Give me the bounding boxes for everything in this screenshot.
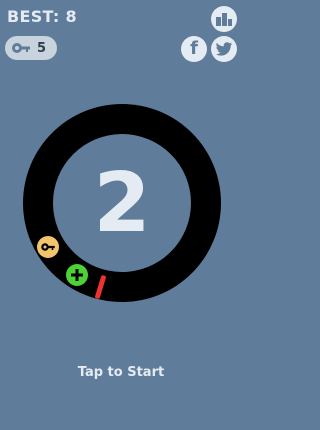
current-score: 2 bbox=[93, 155, 151, 251]
facebook-button[interactable]: f bbox=[181, 36, 207, 62]
twitter-button[interactable] bbox=[211, 36, 237, 62]
key-token-icon bbox=[41, 243, 55, 251]
best-score: BEST: 8 bbox=[7, 7, 77, 26]
tap-to-start[interactable]: Tap to Start bbox=[0, 365, 242, 380]
keys-count: 5 bbox=[37, 40, 47, 56]
keys-counter: 5 bbox=[5, 36, 57, 60]
plus-token bbox=[66, 264, 88, 286]
twitter-icon bbox=[215, 41, 233, 56]
leaderboard-button[interactable] bbox=[211, 6, 237, 32]
facebook-icon: f bbox=[190, 38, 198, 59]
key-token bbox=[37, 236, 59, 258]
plus-icon bbox=[71, 269, 83, 281]
key-icon bbox=[12, 43, 30, 53]
leaderboard-icon bbox=[216, 13, 232, 26]
